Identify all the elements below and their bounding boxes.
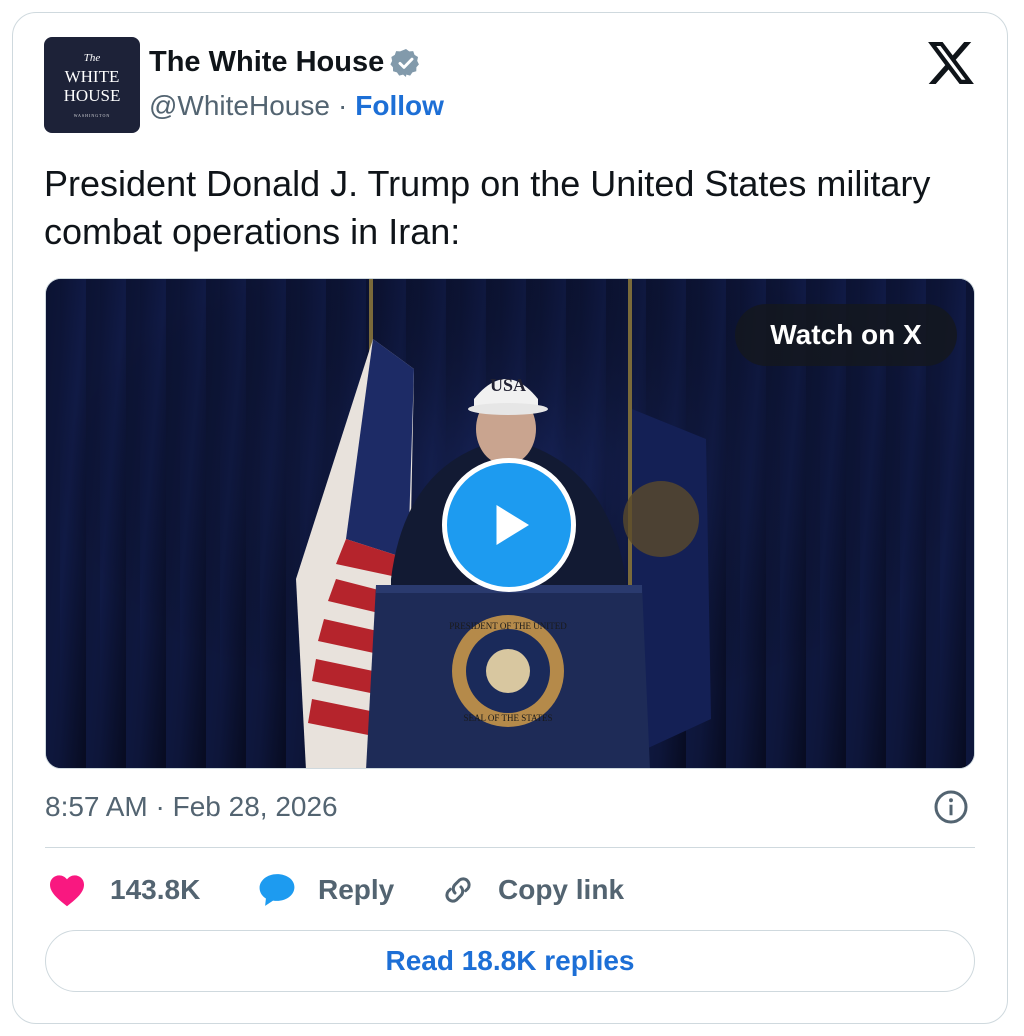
reply-button[interactable]: Reply	[258, 870, 394, 910]
seal-top-text: PRESIDENT OF THE UNITED	[449, 621, 567, 631]
cap-text: USA	[490, 375, 526, 395]
play-button[interactable]	[442, 458, 576, 592]
account-handle[interactable]: @WhiteHouse	[149, 90, 330, 122]
avatar[interactable]: The WHITE HOUSE WASHINGTON	[44, 37, 140, 133]
verified-badge-icon	[390, 48, 420, 77]
reply-label: Reply	[318, 874, 395, 905]
copy-link-label: Copy link	[498, 874, 625, 905]
post-timestamp[interactable]: 8:57 AM · Feb 28, 2026	[45, 791, 338, 823]
x-logo-icon[interactable]	[928, 42, 974, 84]
handle-line: @WhiteHouse · Follow	[149, 90, 444, 122]
avatar-line-1: The	[83, 51, 101, 64]
watch-on-x-button[interactable]: Watch on X	[735, 304, 957, 366]
like-button[interactable]: 143.8K	[48, 870, 200, 910]
link-icon	[445, 877, 471, 903]
avatar-line-2: WHITE	[64, 66, 120, 86]
handle-separator: ·	[337, 90, 348, 121]
account-name[interactable]: The White House	[149, 46, 384, 79]
avatar-line-3: HOUSE	[63, 85, 121, 105]
play-icon	[496, 505, 529, 545]
like-count: 143.8K	[110, 874, 201, 905]
heart-icon	[50, 875, 84, 907]
reply-bubble-icon	[259, 874, 295, 906]
account-name-row[interactable]: The White House	[149, 46, 422, 79]
podium: PRESIDENT OF THE UNITED SEAL OF THE STAT…	[366, 585, 650, 768]
info-icon[interactable]	[933, 789, 969, 825]
follow-link[interactable]: Follow	[355, 90, 444, 122]
divider	[45, 847, 975, 848]
copy-link-button[interactable]: Copy link	[440, 870, 624, 910]
seal-bottom-text: SEAL OF THE STATES	[463, 713, 552, 723]
avatar-line-4: WASHINGTON	[73, 112, 111, 118]
read-replies-button[interactable]: Read 18.8K replies	[45, 930, 975, 992]
post-text: President Donald J. Trump on the United …	[44, 163, 931, 252]
